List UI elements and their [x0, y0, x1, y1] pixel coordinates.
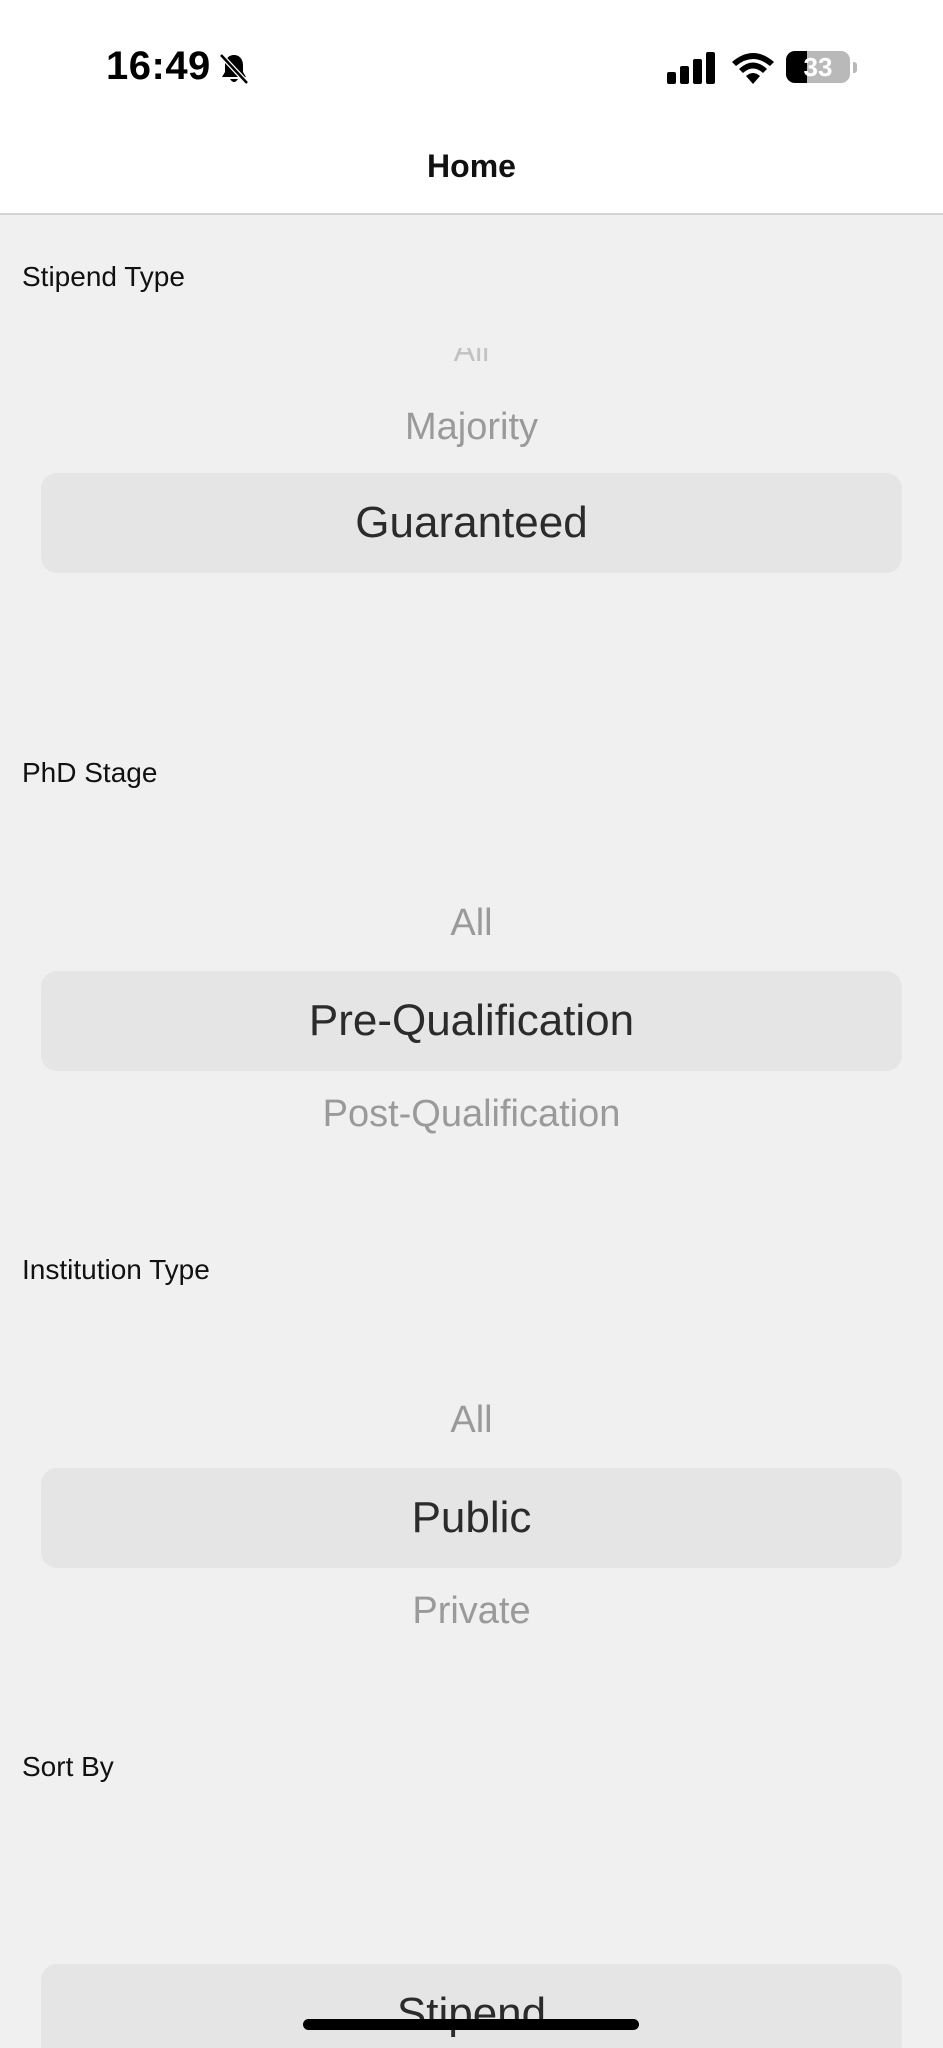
- picker-option-selected[interactable]: Guaranteed: [0, 498, 943, 548]
- picker-option-selected[interactable]: Stipend: [0, 1989, 943, 2039]
- battery-tip: [853, 62, 857, 73]
- bell-slash-icon: [219, 53, 249, 85]
- institution-type-label: Institution Type: [22, 1254, 210, 1285]
- page-title: Home: [427, 148, 516, 184]
- sort-by-label: Sort By: [22, 1751, 114, 1782]
- status-bar: 16:49 33: [0, 0, 943, 120]
- app-screen: 16:49 33 Home Stipend Type All Majority …: [0, 0, 943, 2048]
- home-indicator[interactable]: [303, 2019, 639, 2030]
- phd-stage-label: PhD Stage: [22, 757, 158, 788]
- status-time: 16:49: [106, 44, 211, 88]
- stipend-type-label: Stipend Type: [22, 261, 185, 292]
- stipend-type-picker[interactable]: All Majority Guaranteed: [0, 340, 943, 600]
- battery-body: 33: [786, 51, 850, 83]
- signal-icon: [667, 52, 715, 84]
- navigation-bar: Home: [0, 120, 943, 215]
- picker-option[interactable]: Private: [0, 1590, 943, 1633]
- picker-option-selected[interactable]: Public: [0, 1493, 943, 1543]
- institution-type-picker[interactable]: All Public Private: [0, 1387, 943, 1647]
- picker-option[interactable]: Post-Qualification: [0, 1093, 943, 1136]
- phd-stage-picker[interactable]: All Pre-Qualification Post-Qualification: [0, 890, 943, 1150]
- battery-icon: 33: [786, 51, 857, 83]
- picker-option[interactable]: All: [0, 348, 943, 369]
- picker-option[interactable]: Majority: [0, 406, 943, 449]
- wifi-icon: [732, 53, 774, 84]
- picker-option[interactable]: All: [0, 902, 943, 945]
- picker-row-clip: All: [0, 348, 943, 370]
- battery-percent: 33: [803, 52, 833, 82]
- picker-option[interactable]: All: [0, 1399, 943, 1442]
- picker-option-selected[interactable]: Pre-Qualification: [0, 996, 943, 1046]
